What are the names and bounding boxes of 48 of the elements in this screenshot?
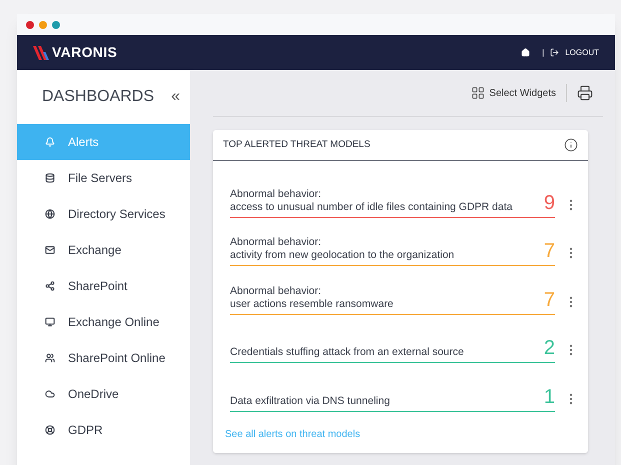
- threat-name: Abnormal behavior:: [230, 236, 322, 249]
- monitor-icon: [45, 317, 55, 327]
- print-icon[interactable]: [577, 85, 593, 101]
- bell-icon: [45, 137, 55, 147]
- threat-name: Credentials stuffing attack from an external source: [230, 346, 465, 359]
- sidebar-item[interactable]: OneDrive: [17, 376, 190, 412]
- globe-icon: [45, 209, 55, 219]
- home-icon[interactable]: [521, 48, 530, 57]
- collapse-button[interactable]: «: [171, 85, 180, 109]
- sidebar-item[interactable]: SharePoint: [17, 268, 190, 304]
- people-icon: [45, 353, 55, 363]
- threat-row[interactable]: Abnormal behavior: user actions resemble ransomware 7: [230, 284, 555, 314]
- select-widgets-button[interactable]: Select Widgets: [471, 86, 556, 100]
- logout-link[interactable]: LOGOUT: [565, 46, 599, 58]
- brand-name: VARONIS: [52, 43, 118, 62]
- cloud-icon: [45, 389, 55, 399]
- threat-name: Abnormal behavior:: [230, 284, 322, 298]
- database-icon: [45, 173, 55, 183]
- sidebar-item[interactable]: Directory Services: [17, 196, 190, 232]
- threat-row[interactable]: Data exfiltration via DNS tunneling 1: [230, 386, 555, 412]
- threat-name: Data exfiltration via DNS tunneling: [230, 394, 391, 408]
- threat-name: user actions resemble ransomware: [230, 298, 394, 310]
- alert-count: 1: [544, 386, 555, 408]
- share-icon: [45, 281, 55, 291]
- sidebar-item[interactable]: SharePoint Online: [17, 340, 190, 376]
- threat-row[interactable]: Abnormal behavior: access to unusual number of idle files containing GDPR data 9: [230, 188, 555, 218]
- logout-icon: [550, 48, 560, 57]
- alert-count: 7: [544, 288, 555, 310]
- sidebar-item[interactable]: GDPR: [17, 412, 190, 448]
- sidebar-item[interactable]: Exchange: [17, 232, 190, 268]
- threat-name: activity from new geolocation to the organization: [230, 249, 456, 262]
- sidebar-item[interactable]: File Servers: [17, 160, 190, 196]
- alert-count: 2: [544, 337, 555, 359]
- sidebar-title: DASHBOARDS: [42, 87, 154, 107]
- lifebuoy-icon: [45, 425, 55, 435]
- widgets-icon: [471, 86, 486, 100]
- threat-row[interactable]: Credentials stuffing attack from an external source 2: [230, 337, 555, 363]
- alert-count: 7: [544, 240, 555, 262]
- threat-row[interactable]: Abnormal behavior: activity from new geolocation to the organization 7: [230, 236, 555, 266]
- separator: |: [542, 46, 544, 58]
- alert-count: 9: [544, 192, 555, 214]
- logo-icon: [33, 46, 51, 60]
- mail-icon: [45, 245, 55, 255]
- card-title: TOP ALERTED THREAT MODELS: [223, 138, 370, 152]
- info-icon[interactable]: [564, 138, 578, 152]
- sidebar-item[interactable]: Exchange Online: [17, 304, 190, 340]
- threat-name: access to unusual number of idle files containing GDPR data: [230, 200, 514, 214]
- threat-name: Abnormal behavior:: [230, 188, 322, 200]
